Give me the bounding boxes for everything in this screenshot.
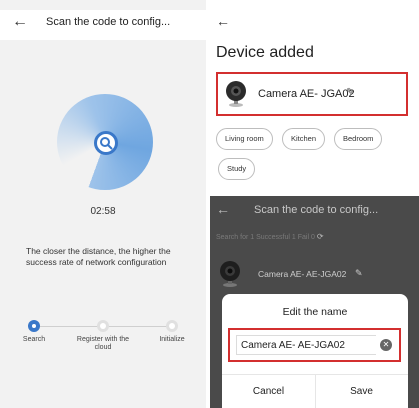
- pencil-edit-icon[interactable]: ✎: [346, 87, 354, 98]
- step-search-label: Search: [22, 336, 46, 343]
- distance-hint: The closer the distance, the higher the …: [26, 246, 171, 267]
- search-icon: [94, 131, 118, 155]
- page-title: Device added: [216, 44, 314, 61]
- scanning-radar: [57, 94, 153, 190]
- edit-name-panel: ← Scan the code to config... Search for …: [210, 196, 419, 408]
- dialog-title: Edit the name: [282, 306, 348, 318]
- back-arrow-icon[interactable]: ←: [12, 14, 28, 30]
- status-fail-count: Fail 0: [297, 234, 315, 241]
- room-chip-study[interactable]: Study: [218, 158, 256, 180]
- device-name: Camera AE- AE-JGA02: [258, 269, 347, 279]
- status-success-count: Successful 1: [256, 234, 296, 241]
- device-name: Camera AE- JGA02: [258, 88, 355, 100]
- device-name-input[interactable]: [236, 335, 376, 355]
- page-title: Scan the code to config...: [46, 16, 171, 28]
- save-button[interactable]: Save: [315, 386, 408, 397]
- page-title: Scan the code to config...: [254, 204, 379, 216]
- status-search-count: Search for 1: [216, 234, 255, 241]
- refresh-icon: ⟳: [316, 232, 324, 241]
- step-initialize-label: Initialize: [159, 336, 185, 343]
- step-initialize-indicator: [166, 320, 178, 332]
- step-register-indicator: [97, 320, 109, 332]
- device-added-panel: ← Device added Camera AE- JGA02 ✎ Living…: [210, 0, 419, 194]
- camera-icon: [220, 261, 240, 287]
- countdown-timer: 02:58: [90, 206, 116, 217]
- room-chip-living-room[interactable]: Living room: [216, 128, 273, 150]
- room-chip-kitchen[interactable]: Kitchen: [282, 128, 326, 150]
- back-arrow-icon[interactable]: ←: [216, 14, 230, 28]
- name-field-wrapper: ✕: [228, 328, 401, 362]
- edit-name-dialog: Edit the name ✕ Cancel Save: [222, 294, 408, 408]
- cancel-button[interactable]: Cancel: [222, 386, 315, 397]
- step-search-indicator: [28, 320, 40, 332]
- device-row[interactable]: Camera AE- JGA02 ✎: [216, 72, 408, 116]
- search-status: Search for 1 Successful 1 Fail 0 ⟳: [216, 232, 324, 241]
- pencil-edit-icon[interactable]: ✎: [355, 268, 363, 279]
- back-arrow-icon[interactable]: ←: [216, 202, 230, 216]
- camera-icon: [226, 81, 246, 107]
- clear-input-icon[interactable]: ✕: [380, 339, 392, 351]
- scan-config-panel: ← Scan the code to config... 02:58 The c…: [0, 0, 206, 408]
- room-chip-bedroom[interactable]: Bedroom: [334, 128, 383, 150]
- step-register-label: Register with the cloud: [76, 336, 130, 351]
